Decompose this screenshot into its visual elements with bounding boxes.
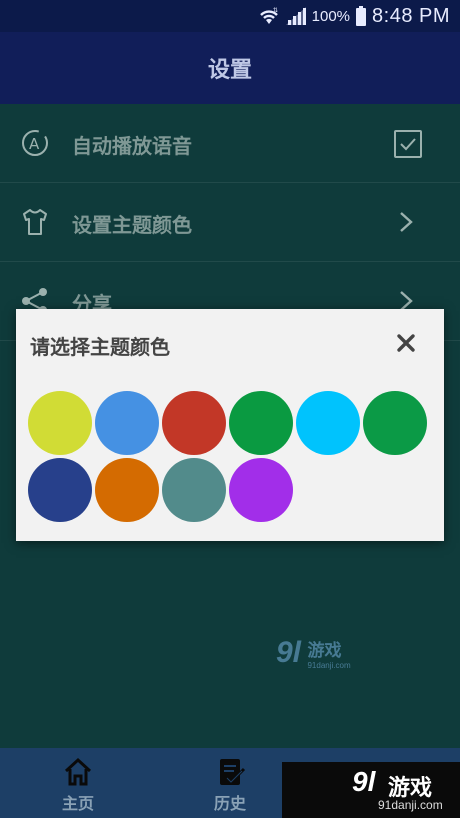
wifi-icon: ⇅ bbox=[259, 8, 278, 24]
nav-label: 历史 bbox=[213, 794, 246, 813]
checkmark-icon bbox=[400, 138, 416, 151]
page-title: 设置 bbox=[207, 58, 252, 83]
history-icon bbox=[220, 759, 246, 785]
app-bar: 设置 bbox=[0, 32, 460, 104]
theme-color-dialog: 请选择主题颜色 bbox=[16, 309, 444, 541]
watermark-logo: 9l 游戏 91danji.com bbox=[276, 636, 351, 670]
color-swatch[interactable] bbox=[95, 391, 159, 455]
watermark-corner-logo: 9l bbox=[352, 766, 376, 797]
setting-label: 自动播放语音 bbox=[72, 134, 192, 158]
color-swatch[interactable] bbox=[229, 458, 293, 522]
watermark-corner: 9l 游戏 91danji.com bbox=[282, 762, 460, 818]
watermark-site: 91danji.com bbox=[307, 661, 351, 670]
chevron-right-icon bbox=[400, 212, 413, 232]
settings-list: A 自动播放语音 设置主题颜色 分享 bbox=[0, 104, 460, 341]
home-icon bbox=[64, 757, 92, 786]
nav-history[interactable]: 历史 bbox=[180, 748, 280, 818]
color-swatch-grid bbox=[28, 391, 436, 522]
auto-play-checkbox[interactable] bbox=[394, 130, 422, 158]
color-swatch[interactable] bbox=[28, 391, 92, 455]
color-swatch[interactable] bbox=[28, 458, 92, 522]
setting-label: 设置主题颜色 bbox=[72, 213, 192, 237]
watermark-name: 游戏 bbox=[307, 641, 342, 660]
color-swatch[interactable] bbox=[95, 458, 159, 522]
battery-icon bbox=[356, 6, 367, 26]
setting-auto-play-voice[interactable]: A 自动播放语音 bbox=[0, 104, 460, 183]
signal-icon bbox=[285, 7, 306, 25]
watermark-corner-site: 91danji.com bbox=[378, 798, 443, 812]
close-icon[interactable] bbox=[394, 331, 418, 355]
setting-theme-color[interactable]: 设置主题颜色 bbox=[0, 183, 460, 262]
dialog-title: 请选择主题颜色 bbox=[30, 335, 170, 359]
color-swatch[interactable] bbox=[229, 391, 293, 455]
svg-text:⇅: ⇅ bbox=[273, 8, 278, 14]
color-swatch[interactable] bbox=[162, 391, 226, 455]
color-swatch[interactable] bbox=[363, 391, 427, 455]
watermark-logo-mark: 9l bbox=[276, 636, 302, 669]
color-swatch[interactable] bbox=[296, 391, 360, 455]
tshirt-icon bbox=[23, 209, 47, 235]
battery-percent: 100% bbox=[311, 7, 351, 25]
status-bar: ⇅ 100% 8:48 PM bbox=[0, 0, 460, 32]
svg-text:A: A bbox=[29, 135, 40, 153]
clock: 8:48 PM bbox=[372, 4, 450, 27]
nav-label: 主页 bbox=[61, 794, 94, 813]
nav-home[interactable]: 主页 bbox=[28, 748, 128, 818]
auto-play-icon: A bbox=[22, 130, 48, 156]
color-swatch[interactable] bbox=[162, 458, 226, 522]
